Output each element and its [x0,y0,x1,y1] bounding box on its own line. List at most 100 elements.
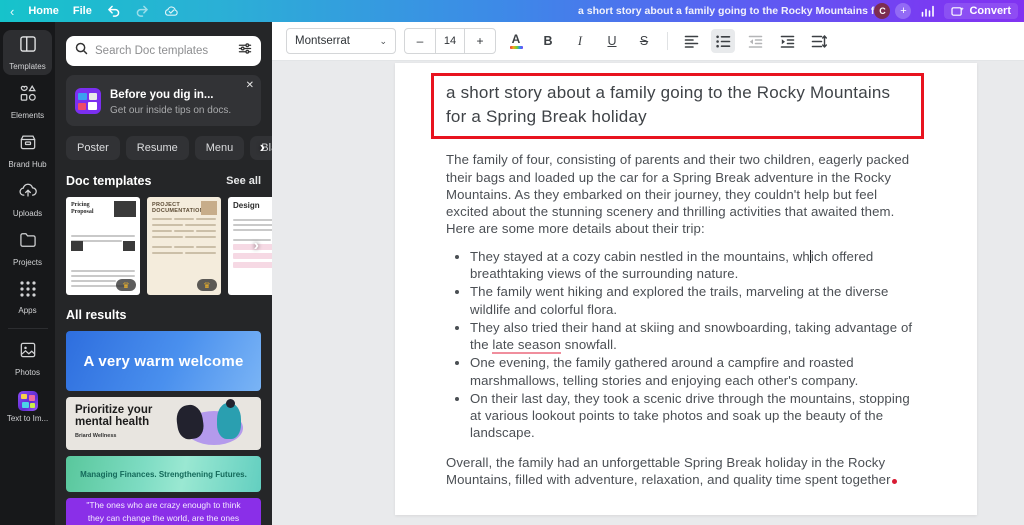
illustration-person-head [226,399,235,408]
back-chevron-icon[interactable]: ‹ [10,4,14,19]
sidebar-label: Apps [18,305,37,315]
banner-close-icon[interactable]: ✕ [246,80,254,91]
sidebar-item-apps[interactable]: Apps [3,275,52,319]
underline-button[interactable]: U [600,29,624,53]
illustration-person [217,403,241,439]
insights-chart-icon[interactable] [920,4,935,19]
elements-icon [18,83,38,108]
line-spacing-button[interactable] [807,29,831,53]
convert-button[interactable]: Convert [944,3,1018,19]
file-menu-button[interactable]: File [73,5,92,17]
bullet-list-button[interactable] [711,29,735,53]
list-item[interactable]: They also tried their hand at skiing and… [470,319,920,355]
list-item[interactable]: The family went hiking and explored the … [470,283,920,318]
title-highlight-box: a short story about a family going to th… [431,73,924,140]
sidebar-item-photos[interactable]: Photos [3,336,52,381]
banner-subtitle: Get our inside tips on docs. [110,105,232,116]
template-category-chips: Poster Resume Menu Blank Bac › [66,136,272,160]
list-item[interactable]: They stayed at a cozy cabin nestled in t… [470,248,920,283]
chip-menu[interactable]: Menu [194,136,245,160]
sidebar-label: Photos [15,368,40,377]
sidebar-item-templates[interactable]: Templates [3,30,52,75]
tips-banner[interactable]: Before you dig in... Get our inside tips… [66,75,261,126]
pro-crown-icon: ♛ [116,279,136,291]
text-color-button[interactable]: A [504,29,528,53]
result-card-quote[interactable]: "The ones who are crazy enough to think … [66,498,261,525]
projects-folder-icon [18,230,38,255]
font-size-value[interactable]: 14 [435,29,465,53]
list-item[interactable]: On their last day, they took a scenic dr… [470,390,920,442]
template-thumb-pricing-proposal[interactable]: Pricing Proposal ♛ [66,197,140,295]
rainbow-color-bar [509,46,523,49]
result-card-mental-health[interactable]: Prioritize your mental health Briard Wel… [66,397,261,450]
align-left-button[interactable] [679,29,703,53]
chevron-down-icon: ⌄ [379,35,387,46]
font-family-select[interactable]: Montserrat ⌄ [286,28,396,54]
sidebar-item-elements[interactable]: Elements [3,79,52,124]
search-input[interactable] [95,45,231,57]
chip-poster[interactable]: Poster [66,136,120,160]
sidebar-label: Elements [10,111,45,120]
bullet-list[interactable]: They stayed at a cozy cabin nestled in t… [446,248,920,442]
home-button[interactable]: Home [28,5,59,17]
chips-next-arrow[interactable]: › [260,139,265,157]
template-name: PROJECT DOCUMENTATION [152,202,204,215]
paragraph-intro[interactable]: The family of four, consisting of parent… [446,151,920,237]
all-results-heading: All results [66,308,127,322]
document-title-topbar[interactable]: a short story about a family going to th… [578,0,883,22]
see-all-link[interactable]: See all [226,175,261,187]
search-icon [75,42,88,60]
templates-next-arrow[interactable]: › [254,237,259,255]
result-card-warm-welcome[interactable]: A very warm welcome [66,331,261,391]
sidebar-item-text-to-image[interactable]: Text to Im... [3,385,52,429]
italic-button[interactable]: I [568,29,592,53]
card-text: A very warm welcome [83,352,244,370]
sidebar-label: Brand Hub [8,160,47,169]
outdent-button [743,29,767,53]
doc-template-carousel: Pricing Proposal ♛ PROJECT DOCUMENTATION [66,197,272,295]
uploads-cloud-icon [18,181,38,206]
paragraph-closing[interactable]: Overall, the family had an unforgettable… [446,454,920,489]
result-card-managing-finances[interactable]: Managing Finances. Strengthening Futures… [66,456,261,492]
left-rail-nav: Templates Elements Brand Hub Uploads Pro… [0,22,55,525]
sidebar-label: Uploads [12,209,43,218]
canva-docs-app: ‹ Home File a short story about a family… [0,0,1024,525]
add-member-button[interactable]: + [895,3,912,19]
banner-title: Before you dig in... [110,89,214,101]
text-to-image-icon [17,391,38,411]
template-thumb-project-documentation[interactable]: PROJECT DOCUMENTATION ♛ [147,197,221,295]
font-family-value: Montserrat [295,35,350,47]
toolbar-divider [667,32,668,50]
chip-resume[interactable]: Resume [125,136,189,160]
user-avatar[interactable]: C [874,3,891,19]
font-size-increase-button[interactable]: + [465,29,495,53]
card-text: Managing Finances. Strengthening Futures… [80,469,247,479]
editor-canvas: a short story about a family going to th… [272,61,1024,525]
card-text: "The ones who are crazy enough to think … [86,499,241,523]
sidebar-item-projects[interactable]: Projects [3,226,52,271]
search-bar[interactable] [66,36,261,66]
bold-button[interactable]: B [536,29,560,53]
sidebar-item-uploads[interactable]: Uploads [3,177,52,222]
card-title: Prioritize your mental health [75,404,153,429]
document-title[interactable]: a short story about a family going to th… [446,81,911,129]
template-name: Pricing Proposal [71,202,94,215]
font-size-decrease-button[interactable]: – [405,29,435,53]
pro-crown-icon: ♛ [197,279,217,291]
cloud-saved-icon [164,4,179,19]
rail-divider [7,328,48,329]
indent-button[interactable] [775,29,799,53]
strikethrough-button[interactable]: S [632,29,656,53]
doc-templates-heading: Doc templates [66,174,152,188]
top-bar: ‹ Home File a short story about a family… [0,0,1024,22]
list-item[interactable]: One evening, the family gathered around … [470,354,920,389]
filter-sliders-icon[interactable] [238,42,252,60]
text-toolbar: Montserrat ⌄ – 14 + A B I U S [272,22,1024,61]
brand-hub-icon [18,132,38,157]
document-page[interactable]: a short story about a family going to th… [395,63,977,515]
template-thumb-design[interactable]: Design [228,197,272,295]
all-results-list: A very warm welcome Prioritize your ment… [66,331,261,525]
sidebar-item-brand-hub[interactable]: Brand Hub [3,128,52,173]
undo-icon[interactable] [106,4,121,19]
redo-icon[interactable] [135,4,150,19]
